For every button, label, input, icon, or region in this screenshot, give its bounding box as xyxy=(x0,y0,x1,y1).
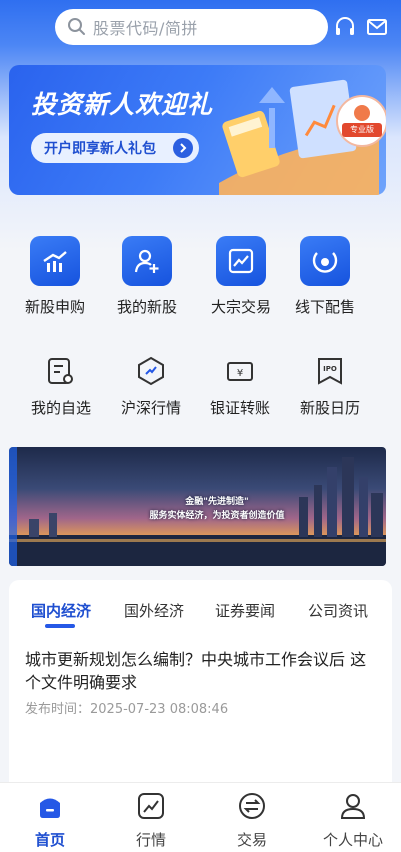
tab-foreign-economy[interactable]: 国外经济 xyxy=(124,600,184,621)
ipo-chart-icon xyxy=(30,236,80,286)
new-user-gift-label: 开户即享新人礼包 xyxy=(44,141,156,157)
mascot-icon xyxy=(354,105,370,121)
bottom-nav: 首页 行情 交易 个人中心 xyxy=(0,782,401,852)
secondary-action-label: 沪深行情 xyxy=(120,399,181,417)
quick-action-ipo-subscribe[interactable]: 新股申购 xyxy=(10,236,100,317)
tab-securities-news[interactable]: 证券要闻 xyxy=(215,600,275,621)
nav-label: 交易 xyxy=(236,831,267,849)
user-add-icon xyxy=(122,236,172,286)
city-banner-text: 金融"先进制造" 服务实体经济，为投资者创造价值 xyxy=(117,495,317,523)
publish-label: 发布时间： xyxy=(25,702,91,717)
nav-label: 首页 xyxy=(34,831,65,849)
trend-icon xyxy=(216,236,266,286)
home-icon xyxy=(40,798,60,818)
ipo-calendar-icon: IPO xyxy=(313,354,347,388)
search-input[interactable]: 股票代码/简拼 xyxy=(55,9,328,45)
nav-home[interactable]: 首页 xyxy=(10,791,90,850)
profile-icon xyxy=(340,794,366,819)
quick-action-my-ipo[interactable]: 我的新股 xyxy=(102,236,192,317)
nav-label: 行情 xyxy=(135,831,166,849)
chevron-right-icon xyxy=(173,138,193,158)
news-panel: 国内经济 国外经济 证券要闻 公司资讯 城市更新规划怎么编制？中央城市工作会议后… xyxy=(9,580,392,790)
circle-dot-icon xyxy=(300,236,350,286)
quick-action-label: 大宗交易 xyxy=(210,298,271,316)
city-promo-banner[interactable]: 金融"先进制造" 服务实体经济，为投资者创造价值 xyxy=(9,447,386,566)
transfer-icon-glyph: ¥ xyxy=(237,368,243,379)
secondary-action-watchlist[interactable]: 我的自选 xyxy=(16,354,106,418)
pro-edition-label: 专业版 xyxy=(342,123,382,137)
news-article-meta: 发布时间：2025-07-23 08:08:46 xyxy=(25,698,228,717)
publish-time: 2025-07-23 08:08:46 xyxy=(90,702,229,717)
active-tab-indicator xyxy=(45,624,75,628)
watchlist-icon xyxy=(44,354,78,388)
nav-trade[interactable]: 交易 xyxy=(212,791,292,850)
news-tabs: 国内经济 国外经济 证券要闻 公司资讯 xyxy=(9,580,392,630)
secondary-action-label: 银证转账 xyxy=(209,399,270,417)
quick-action-label: 新股申购 xyxy=(24,298,85,316)
nav-market[interactable]: 行情 xyxy=(111,791,191,850)
secondary-action-label: 新股日历 xyxy=(299,399,360,417)
nav-label: 个人中心 xyxy=(322,831,383,849)
search-icon xyxy=(68,18,85,35)
city-banner-line2: 服务实体经济，为投资者创造价值 xyxy=(149,511,285,521)
secondary-action-label: 我的自选 xyxy=(30,399,91,417)
secondary-action-ipo-calendar[interactable]: IPO 新股日历 xyxy=(285,354,375,418)
market-icon xyxy=(134,354,168,388)
mail-icon[interactable] xyxy=(366,16,388,38)
headset-icon[interactable] xyxy=(334,16,356,38)
city-banner-line1: 金融"先进制造" xyxy=(185,497,249,507)
promo-banner[interactable]: 投资新人欢迎礼 开户即享新人礼包 专业版 xyxy=(9,65,386,195)
search-placeholder: 股票代码/简拼 xyxy=(93,19,198,38)
tab-domestic-economy[interactable]: 国内经济 xyxy=(31,600,91,621)
new-user-gift-button[interactable]: 开户即享新人礼包 xyxy=(31,133,199,163)
quick-action-offline-placement[interactable]: 线下配售 xyxy=(280,236,370,317)
tab-company-info[interactable]: 公司资讯 xyxy=(308,600,368,621)
news-article-title[interactable]: 城市更新规划怎么编制？中央城市工作会议后 这个文件明确要求 xyxy=(25,648,380,694)
chart-icon xyxy=(138,793,164,819)
exchange-icon xyxy=(239,793,265,819)
banner-title: 投资新人欢迎礼 xyxy=(31,90,214,119)
secondary-action-bank-transfer[interactable]: ¥ 银证转账 xyxy=(195,354,285,418)
quick-action-label: 我的新股 xyxy=(116,298,177,316)
nav-profile[interactable]: 个人中心 xyxy=(313,791,393,850)
ipo-icon-glyph: IPO xyxy=(323,365,337,373)
transfer-icon: ¥ xyxy=(223,354,257,388)
quick-action-label: 线下配售 xyxy=(294,298,355,316)
quick-action-block-trade[interactable]: 大宗交易 xyxy=(196,236,286,317)
secondary-action-market[interactable]: 沪深行情 xyxy=(106,354,196,418)
pro-edition-badge[interactable]: 专业版 xyxy=(336,95,386,147)
